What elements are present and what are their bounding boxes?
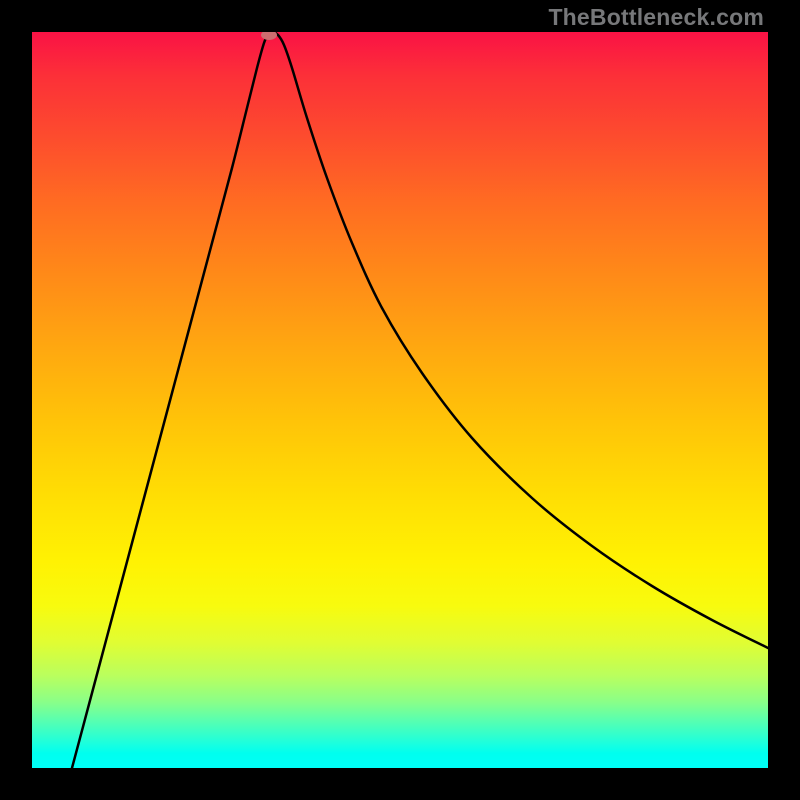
- bottleneck-curve: [32, 32, 768, 768]
- chart-frame: TheBottleneck.com: [0, 0, 800, 800]
- watermark-text: TheBottleneck.com: [548, 4, 764, 31]
- plot-area: [32, 32, 768, 768]
